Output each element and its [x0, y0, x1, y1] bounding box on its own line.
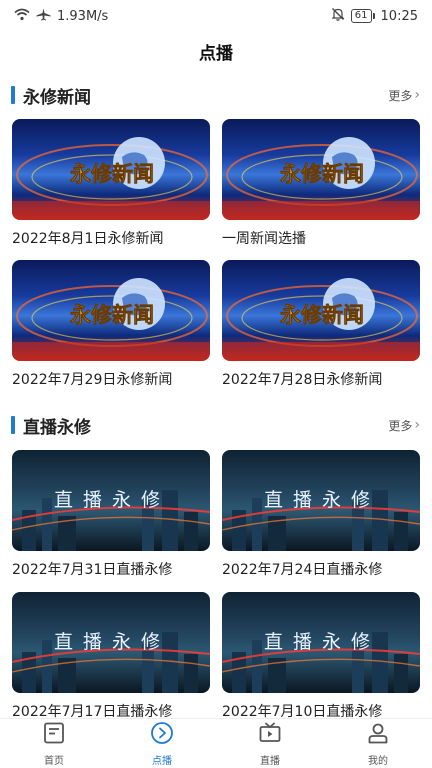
video-card[interactable]: 永修新闻 2022年7月29日永修新闻	[12, 260, 210, 389]
content-scroll[interactable]: 永修新闻 更多 › 永修新闻 2022年8月1日永修新闻 永修新闻 一周新闻选播…	[0, 74, 432, 718]
battery-icon: 61	[350, 9, 375, 23]
video-thumbnail: 直播永修	[12, 592, 210, 693]
page-title: 点播	[199, 44, 233, 64]
video-thumbnail: 永修新闻	[12, 260, 210, 361]
play-circle-icon	[150, 721, 174, 749]
video-card[interactable]: 直播永修 2022年7月31日直播永修	[12, 450, 210, 579]
video-caption: 2022年7月29日永修新闻	[12, 372, 173, 388]
video-caption: 2022年8月1日永修新闻	[12, 231, 164, 247]
video-thumbnail: 直播永修	[12, 450, 210, 551]
thumb-overlay-text: 直播永修	[54, 631, 170, 653]
section-accent-bar	[11, 416, 15, 434]
mute-bell-icon	[331, 7, 345, 25]
thumb-overlay-text: 直播永修	[264, 631, 380, 653]
thumb-overlay-text: 永修新闻	[69, 162, 154, 186]
video-caption: 2022年7月24日直播永修	[222, 562, 383, 578]
nav-label: 点播	[152, 755, 172, 767]
video-card[interactable]: 直播永修 2022年7月10日直播永修	[222, 592, 420, 718]
video-caption: 2022年7月31日直播永修	[12, 562, 173, 578]
battery-level: 61	[350, 9, 372, 23]
video-caption: 2022年7月17日直播永修	[12, 704, 173, 718]
video-thumbnail: 永修新闻	[222, 260, 420, 361]
video-thumbnail: 永修新闻	[222, 119, 420, 220]
more-label: 更多	[388, 88, 413, 103]
person-icon	[366, 721, 390, 749]
nav-item-profile[interactable]: 我的	[324, 719, 432, 768]
airplane-icon	[36, 8, 51, 25]
video-thumbnail: 永修新闻	[12, 119, 210, 220]
status-bar: 1.93M/s 61 10:25	[0, 0, 432, 32]
chevron-right-icon: ›	[414, 87, 420, 103]
clock: 10:25	[380, 8, 418, 24]
tv-icon	[258, 721, 282, 749]
video-card[interactable]: 永修新闻 一周新闻选播	[222, 119, 420, 248]
section-header-live: 直播永修 更多 ›	[0, 408, 432, 442]
nav-label: 我的	[368, 755, 388, 767]
thumb-overlay-text: 直播永修	[264, 489, 380, 511]
video-thumbnail: 直播永修	[222, 450, 420, 551]
thumb-overlay-text: 永修新闻	[279, 162, 364, 186]
page-header: 点播	[0, 38, 432, 70]
nav-label: 首页	[44, 755, 64, 767]
video-card[interactable]: 直播永修 2022年7月24日直播永修	[222, 450, 420, 579]
video-card[interactable]: 永修新闻 2022年7月28日永修新闻	[222, 260, 420, 389]
more-label: 更多	[388, 418, 413, 433]
status-left: 1.93M/s	[14, 8, 108, 25]
section-header-news: 永修新闻 更多 ›	[0, 78, 432, 112]
video-card[interactable]: 永修新闻 2022年8月1日永修新闻	[12, 119, 210, 248]
status-right: 61 10:25	[331, 7, 418, 25]
network-speed: 1.93M/s	[57, 8, 109, 24]
thumb-overlay-text: 永修新闻	[69, 303, 154, 327]
more-link-live[interactable]: 更多 ›	[388, 417, 420, 434]
section-title: 直播永修	[23, 417, 91, 438]
video-caption: 2022年7月28日永修新闻	[222, 372, 383, 388]
video-caption: 2022年7月10日直播永修	[222, 704, 383, 718]
video-thumbnail: 直播永修	[222, 592, 420, 693]
nav-item-vod[interactable]: 点播	[108, 719, 216, 768]
video-card[interactable]: 直播永修 2022年7月17日直播永修	[12, 592, 210, 718]
wifi-icon	[14, 8, 30, 25]
video-caption: 一周新闻选播	[222, 231, 306, 247]
thumb-overlay-text: 直播永修	[54, 489, 170, 511]
thumb-overlay-text: 永修新闻	[279, 303, 364, 327]
nav-item-live[interactable]: 直播	[216, 719, 324, 768]
nav-label: 直播	[260, 755, 280, 767]
more-link-news[interactable]: 更多 ›	[388, 87, 420, 104]
section-title: 永修新闻	[23, 87, 91, 108]
chevron-right-icon: ›	[414, 417, 420, 433]
bottom-nav: 首页 点播 直播 我的	[0, 718, 432, 768]
section-accent-bar	[11, 86, 15, 104]
home-doc-icon	[42, 721, 66, 749]
nav-item-home[interactable]: 首页	[0, 719, 108, 768]
